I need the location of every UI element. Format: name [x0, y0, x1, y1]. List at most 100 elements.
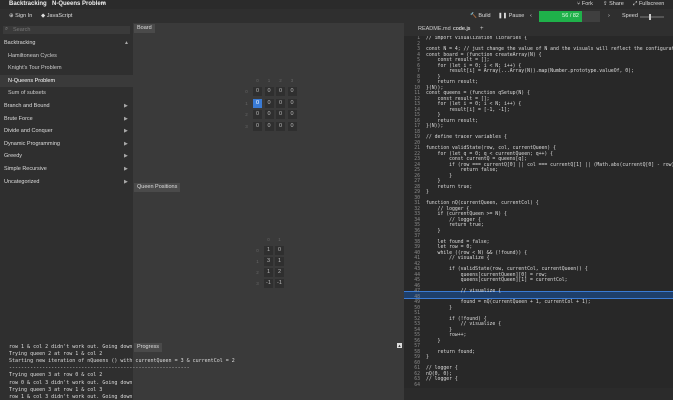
- search-input[interactable]: ⌕ Search: [3, 26, 130, 34]
- algorithm-title[interactable]: N-Queens Problem: [52, 1, 106, 7]
- code-line[interactable]: for (let i = 0; i < N; i++) {: [426, 102, 522, 107]
- language-select[interactable]: ◆ JavaScript: [41, 13, 72, 19]
- code-line[interactable]: let found = false;: [426, 240, 490, 245]
- chevron-right-icon[interactable]: ▶: [124, 179, 128, 185]
- code-line[interactable]: // visualize {: [426, 256, 489, 261]
- sidebar-item-0-3[interactable]: Sum of subsets: [8, 90, 46, 96]
- code-line[interactable]: const result = [];: [426, 97, 490, 102]
- code-line[interactable]: // logger {: [426, 366, 458, 371]
- code-line[interactable]: }: [426, 355, 429, 360]
- next-step-icon[interactable]: ›: [608, 13, 610, 19]
- code-line[interactable]: // logger {: [426, 207, 470, 212]
- fork-button[interactable]: ⑂ Fork: [577, 1, 593, 7]
- sidebar-category-0[interactable]: Backtracking: [4, 40, 36, 46]
- code-line[interactable]: const currentQ = queens[q];: [426, 157, 527, 162]
- chevron-right-icon[interactable]: ▶: [124, 153, 128, 159]
- code-line[interactable]: nQ(0, 0);: [426, 372, 452, 377]
- chevron-right-icon[interactable]: ▶: [124, 141, 128, 147]
- progress-bar[interactable]: 56 / 82: [539, 11, 582, 22]
- code-line[interactable]: const result = [];: [426, 58, 490, 63]
- sidebar-category-2[interactable]: Brute Force: [4, 116, 33, 122]
- code-line[interactable]: return true;: [426, 185, 473, 190]
- code-line[interactable]: let row = 0;: [426, 245, 473, 250]
- fullscreen-button[interactable]: ⤢ Fullscreen: [633, 1, 664, 8]
- add-tab-button[interactable]: +: [480, 26, 484, 32]
- chevron-right-icon[interactable]: ▶: [124, 128, 128, 134]
- editor-horizontal-scrollbar[interactable]: [404, 388, 673, 400]
- prev-step-icon[interactable]: ‹: [530, 13, 532, 19]
- code-line[interactable]: }(N));: [426, 86, 443, 91]
- code-line[interactable]: }: [426, 174, 452, 179]
- code-line[interactable]: if (validState(row, currentCol, currentQ…: [426, 267, 588, 272]
- code-line[interactable]: // logger {: [426, 377, 458, 382]
- pause-button[interactable]: ❚❚ Pause: [498, 13, 524, 19]
- code-line[interactable]: return false;: [426, 168, 499, 173]
- code-line[interactable]: // visualize {: [426, 289, 501, 294]
- code-line[interactable]: const queens = (function qSetup(N) {: [426, 91, 530, 96]
- sidebar-category-3[interactable]: Divide and Conquer: [4, 128, 53, 134]
- code-line[interactable]: }: [426, 339, 441, 344]
- build-button[interactable]: 🔨 Build: [470, 13, 491, 19]
- code-line[interactable]: function validState(row, col, currentQue…: [426, 146, 556, 151]
- category-title[interactable]: Backtracking: [9, 1, 47, 7]
- code-area[interactable]: 1 // import visualization libraries {2 3 co…: [404, 36, 673, 388]
- code-line[interactable]: queens[currentQueen][0] = row;: [426, 273, 548, 278]
- speed-slider-handle[interactable]: [649, 14, 651, 20]
- code-line[interactable]: }: [426, 179, 441, 184]
- code-line[interactable]: }: [426, 306, 452, 311]
- code-line[interactable]: }: [426, 229, 441, 234]
- code-line[interactable]: // import visualization libraries {: [426, 36, 527, 41]
- sidebar-item-0-0[interactable]: Hamiltonean Cycles: [8, 53, 57, 59]
- sidebar-item-0-1[interactable]: Knight's Tour Problem: [8, 65, 62, 71]
- code-line[interactable]: return found;: [426, 350, 476, 355]
- sidebar-category-6[interactable]: Simple Recursive: [4, 166, 47, 172]
- code-line[interactable]: if (row === currentQ[0] || col === curre…: [426, 163, 673, 168]
- code-line[interactable]: // define tracer variables {: [426, 135, 507, 140]
- sidebar-category-1[interactable]: Branch and Bound: [4, 103, 50, 109]
- sidebar-category-4[interactable]: Dynamic Programming: [4, 141, 60, 147]
- sidebar-category-5[interactable]: Greedy: [4, 153, 22, 159]
- code-line[interactable]: while ((row < N) && (!found)) {: [426, 251, 528, 256]
- code-line[interactable]: if (currentQueen >= N) {: [426, 212, 507, 217]
- speed-slider[interactable]: [640, 14, 664, 20]
- code-line[interactable]: // visualize {: [426, 322, 501, 327]
- code-line[interactable]: if (!found) {: [426, 317, 487, 322]
- sidebar-item-0-2[interactable]: N-Queens Problem: [8, 78, 55, 84]
- signin-button[interactable]: ⊕ Sign In: [9, 13, 32, 19]
- board-cell: 0: [287, 110, 297, 119]
- line-number: 18: [414, 129, 420, 135]
- board-cell: 0: [276, 121, 285, 131]
- log-scroll-up-icon[interactable]: ▲: [397, 343, 402, 348]
- code-line[interactable]: const N = 4; // just change the value of…: [426, 47, 673, 52]
- board-col-label: 1: [267, 78, 271, 83]
- code-line[interactable]: return result;: [426, 80, 478, 85]
- chevron-down-icon[interactable]: ▼: [101, 1, 106, 7]
- code-line[interactable]: // logger {: [426, 218, 481, 223]
- tab-readme[interactable]: README.md: [418, 26, 451, 32]
- code-line[interactable]: for (let q = 0; q < currentQueen; q++) {: [426, 152, 554, 157]
- code-line[interactable]: function nQ(currentQueen, currentCol) {: [426, 201, 539, 206]
- code-line[interactable]: queens[currentQueen][1] = currentCol;: [426, 278, 568, 283]
- code-line[interactable]: return result;: [426, 119, 478, 124]
- code-line[interactable]: return true;: [426, 223, 484, 228]
- code-line[interactable]: const board = (function createArray(N) {: [426, 53, 542, 58]
- code-line[interactable]: }: [426, 328, 452, 333]
- chevron-right-icon[interactable]: ▶: [124, 116, 128, 122]
- progress-bar-remaining[interactable]: [582, 11, 600, 22]
- board-cell: 0: [253, 98, 262, 108]
- code-line[interactable]: }: [426, 113, 441, 118]
- code-line[interactable]: found = nQ(currentQueen + 1, currentCol …: [426, 300, 591, 305]
- code-line[interactable]: result[i] = [-1, -1];: [426, 108, 510, 113]
- chevron-up-icon[interactable]: ▲: [124, 40, 129, 46]
- code-line[interactable]: }: [426, 190, 429, 195]
- chevron-right-icon[interactable]: ▶: [124, 166, 128, 172]
- chevron-right-icon[interactable]: ▶: [124, 103, 128, 109]
- code-line[interactable]: }: [426, 75, 441, 80]
- tab-code[interactable]: code.js: [453, 26, 470, 32]
- code-line[interactable]: row++;: [426, 333, 466, 338]
- code-line[interactable]: for (let i = 0; i < N; i++) {: [426, 64, 522, 69]
- share-button[interactable]: ⇪ Share: [603, 1, 624, 7]
- code-line[interactable]: result[i] = Array(...Array(N)).map(Numbe…: [426, 69, 634, 74]
- sidebar-category-7[interactable]: Uncategorized: [4, 179, 39, 185]
- code-line[interactable]: }(N));: [426, 124, 443, 129]
